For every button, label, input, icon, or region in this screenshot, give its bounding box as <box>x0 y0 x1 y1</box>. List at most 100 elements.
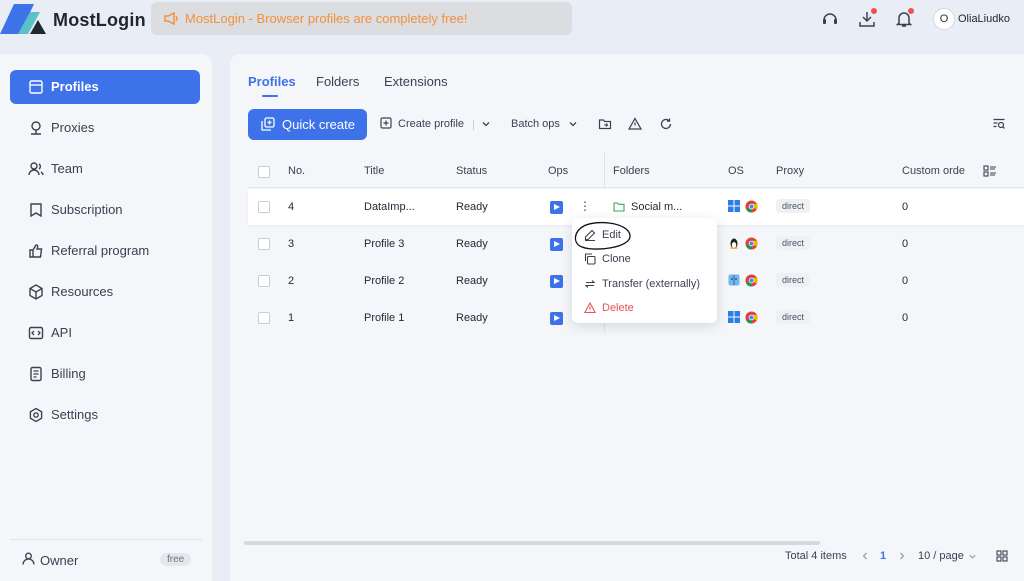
chevron-left-icon[interactable] <box>860 551 870 561</box>
settings-icon <box>29 407 43 423</box>
profile-number: 3 <box>288 238 295 250</box>
support-icon[interactable] <box>820 9 840 29</box>
subscription-icon <box>30 203 42 218</box>
download-button[interactable] <box>857 8 877 29</box>
launch-profile-button[interactable] <box>550 238 563 251</box>
batch-ops-button[interactable]: Batch ops <box>511 112 583 136</box>
profile-status: Ready <box>456 238 488 250</box>
active-tab-indicator <box>262 95 278 97</box>
horizontal-scrollbar[interactable] <box>244 541 820 545</box>
menu-item-label: Delete <box>602 302 634 314</box>
page-size-value: 10 / page <box>918 550 964 562</box>
tab-extensions[interactable]: Extensions <box>384 74 448 89</box>
profile-title[interactable]: Profile 3 <box>364 238 404 250</box>
sidebar-item-team[interactable]: Team <box>10 152 200 186</box>
billing-icon <box>30 366 42 382</box>
launch-profile-button[interactable] <box>550 312 563 325</box>
sidebar-item-billing[interactable]: Billing <box>10 357 200 391</box>
sidebar-item-profiles[interactable]: Profiles <box>10 70 200 104</box>
macos-icon <box>728 274 740 286</box>
chevron-down-icon <box>569 122 577 127</box>
quick-create-label: Quick create <box>282 117 355 132</box>
launch-profile-button[interactable] <box>550 201 563 214</box>
current-page[interactable]: 1 <box>880 550 886 562</box>
col-ops: Ops <box>548 165 569 177</box>
page-size-select[interactable]: 10 / page <box>918 548 980 564</box>
profile-status: Ready <box>456 275 488 287</box>
sidebar-item-subscription[interactable]: Subscription <box>10 193 200 227</box>
sidebar-item-label: Referral program <box>51 243 150 258</box>
profile-folder[interactable]: Social m... <box>631 201 682 213</box>
menu-item-transfer[interactable]: Transfer (externally) <box>572 273 717 295</box>
more-actions-button[interactable]: ⋮ <box>576 197 594 215</box>
tab-folders[interactable]: Folders <box>316 74 359 89</box>
grid-view-icon[interactable] <box>996 550 1008 562</box>
top-bar: MostLogin MostLogin - Browser profiles a… <box>0 0 1024 40</box>
custom-order: 0 <box>902 201 909 213</box>
sidebar-item-referral[interactable]: Referral program <box>10 234 200 268</box>
row-checkbox[interactable] <box>258 238 270 250</box>
quick-create-button[interactable]: Quick create <box>248 109 367 140</box>
row-checkbox[interactable] <box>258 312 270 324</box>
sidebar-item-settings[interactable]: Settings <box>10 398 200 432</box>
total-items: Total 4 items <box>785 550 847 562</box>
notifications-button[interactable] <box>894 8 914 29</box>
api-icon <box>28 326 44 340</box>
profile-title[interactable]: Profile 2 <box>364 275 404 287</box>
custom-order: 0 <box>902 275 909 287</box>
promo-notice-text: MostLogin - Browser profiles are complet… <box>185 11 468 26</box>
profiles-icon <box>29 80 43 94</box>
sidebar-item-resources[interactable]: Resources <box>10 275 200 309</box>
sidebar-item-api[interactable]: API <box>10 316 200 350</box>
sidebar-item-label: Subscription <box>51 202 123 217</box>
proxy-badge: direct <box>776 273 811 287</box>
chevron-right-icon[interactable] <box>897 551 907 561</box>
col-proxy[interactable]: Proxy <box>776 165 804 177</box>
row-checkbox[interactable] <box>258 275 270 287</box>
folder-move-icon[interactable] <box>598 117 612 131</box>
select-all-checkbox[interactable] <box>258 166 270 178</box>
windows-icon <box>728 200 740 212</box>
proxy-badge: direct <box>776 236 811 250</box>
annotation-circle <box>574 221 631 250</box>
search-filter-icon[interactable] <box>992 117 1006 131</box>
col-title[interactable]: Title <box>364 165 384 177</box>
launch-profile-button[interactable] <box>550 275 563 288</box>
promo-notice: MostLogin - Browser profiles are complet… <box>151 2 572 35</box>
refresh-icon[interactable] <box>659 117 673 131</box>
account-role: Owner <box>40 553 79 568</box>
column-settings-icon[interactable] <box>983 164 997 178</box>
chevron-down-icon[interactable] <box>481 119 491 129</box>
avatar[interactable]: O <box>933 8 955 30</box>
warning-icon <box>584 302 596 314</box>
profile-title[interactable]: DataImp... <box>364 201 415 213</box>
sidebar-item-label: Profiles <box>51 79 99 94</box>
col-status[interactable]: Status <box>456 165 487 177</box>
profile-title[interactable]: Profile 1 <box>364 312 404 324</box>
sidebar-item-label: Settings <box>51 407 98 422</box>
folder-icon <box>613 202 625 212</box>
tab-profiles[interactable]: Profiles <box>248 74 296 89</box>
chrome-icon <box>745 200 758 213</box>
row-checkbox[interactable] <box>258 201 270 213</box>
col-custom-order[interactable]: Custom orde <box>902 165 965 177</box>
col-no[interactable]: No. <box>288 165 305 177</box>
sidebar-item-label: Resources <box>51 284 114 299</box>
menu-item-delete[interactable]: Delete <box>572 297 717 319</box>
chrome-icon <box>745 311 758 324</box>
warning-triangle-icon[interactable] <box>628 117 642 131</box>
proxy-badge: direct <box>776 199 811 213</box>
sidebar-item-proxies[interactable]: Proxies <box>10 111 200 145</box>
create-profile-label: Create profile <box>398 118 465 130</box>
proxies-icon <box>31 121 41 135</box>
plan-badge: free <box>160 553 192 566</box>
transfer-icon <box>584 280 596 288</box>
col-os[interactable]: OS <box>728 165 744 177</box>
profile-number: 1 <box>288 312 295 324</box>
account-footer[interactable]: Owner free <box>10 539 202 579</box>
username[interactable]: OliaLiudko <box>958 13 1010 25</box>
col-folders[interactable]: Folders <box>613 165 650 177</box>
user-icon <box>22 552 35 565</box>
windows-icon <box>728 311 740 323</box>
chrome-icon <box>745 237 758 250</box>
